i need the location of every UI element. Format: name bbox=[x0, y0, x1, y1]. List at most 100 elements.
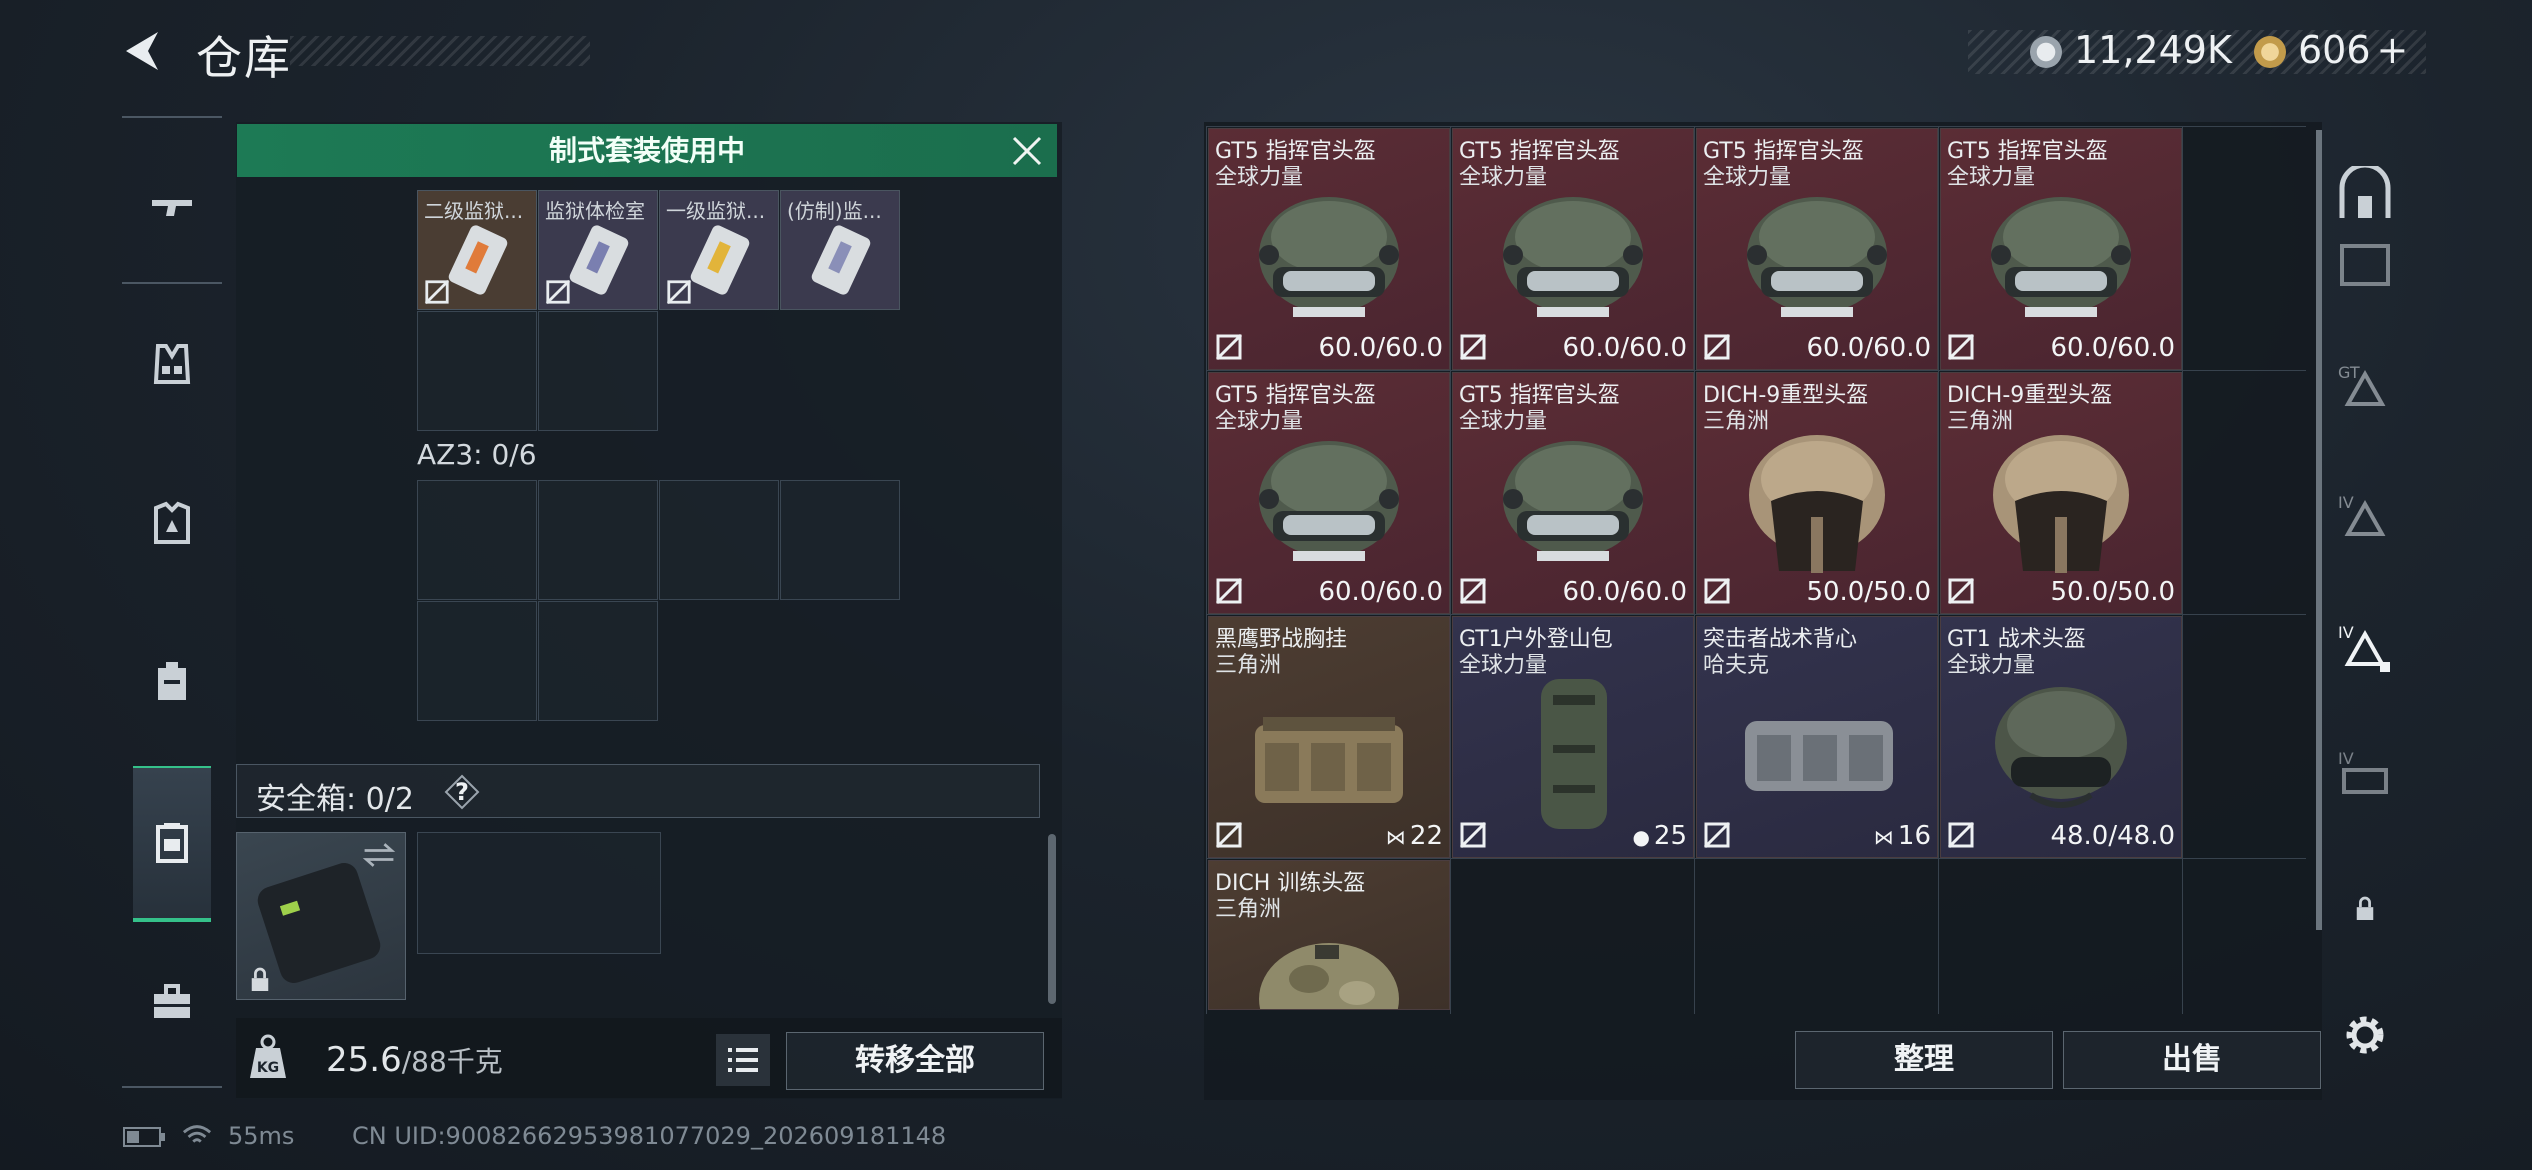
inventory-item-helmet-gt1[interactable]: GT1 战术头盔 全球力量 48.0/48.0 bbox=[1940, 616, 2182, 858]
item-image bbox=[1747, 197, 1887, 317]
item-card-key[interactable]: (仿制)监... bbox=[780, 190, 900, 310]
gold-coin-icon bbox=[2254, 36, 2286, 68]
backpack-icon bbox=[158, 662, 186, 700]
no-trade-icon bbox=[424, 279, 450, 305]
nav-divider bbox=[122, 116, 222, 118]
back-icon[interactable] bbox=[118, 26, 168, 76]
no-trade-icon bbox=[1703, 333, 1731, 361]
sell-button[interactable]: 出售 bbox=[2063, 1031, 2321, 1089]
empty-slot[interactable] bbox=[538, 311, 658, 431]
rifle-icon bbox=[152, 200, 192, 216]
item-durability: 60.0/60.0 bbox=[1562, 577, 1687, 607]
item-image bbox=[1259, 441, 1399, 561]
empty-slot[interactable] bbox=[417, 480, 537, 600]
item-image bbox=[1259, 197, 1399, 317]
item-image bbox=[1503, 441, 1643, 561]
toolbox-icon bbox=[154, 984, 190, 1018]
inventory-item-helmet-dich9[interactable]: DICH-9重型头盔 三角洲 50.0/50.0 bbox=[1940, 372, 2182, 614]
empty-slot[interactable] bbox=[417, 601, 537, 721]
storage-tab-icon[interactable]: IV bbox=[2336, 746, 2394, 804]
empty-slot[interactable] bbox=[780, 480, 900, 600]
inventory-item-helmet-dich9[interactable]: DICH-9重型头盔 三角洲 50.0/50.0 bbox=[1696, 372, 1938, 614]
nav-weapons[interactable] bbox=[133, 156, 211, 256]
no-trade-icon bbox=[1459, 821, 1487, 849]
loadout-scrollbar[interactable] bbox=[1048, 834, 1056, 1004]
item-brand: 三角洲 bbox=[1703, 409, 1770, 434]
preset-banner-text: 制式套装使用中 bbox=[548, 134, 745, 167]
storage-tab-icon[interactable]: IV bbox=[2336, 620, 2394, 678]
inventory-item-backpack[interactable]: GT1户外登山包 全球力量 ● 25 bbox=[1452, 616, 1694, 858]
item-durability: ⋈ 22 bbox=[1386, 821, 1443, 851]
inventory-item-tactical-vest[interactable]: 突击者战术背心 哈夫克 ⋈ 16 bbox=[1696, 616, 1938, 858]
storage-tab-icon[interactable]: IV bbox=[2336, 490, 2394, 548]
item-brand: 三角洲 bbox=[1947, 409, 2014, 434]
transfer-all-button[interactable]: 转移全部 bbox=[786, 1032, 1044, 1090]
lock-icon bbox=[251, 967, 269, 991]
lock-icon bbox=[2356, 896, 2374, 920]
empty-slot[interactable] bbox=[538, 480, 658, 600]
item-durability-value: 22 bbox=[1409, 821, 1443, 851]
help-icon[interactable]: ? bbox=[444, 774, 480, 810]
item-image bbox=[1503, 197, 1643, 317]
warehouse-home-icon[interactable] bbox=[2336, 166, 2394, 224]
inventory-item-helmet-gt5[interactable]: GT5 指挥官头盔 全球力量 60.0/60.0 bbox=[1452, 128, 1694, 370]
nav-container[interactable] bbox=[133, 766, 211, 922]
item-card-key[interactable]: 二级监狱... bbox=[417, 190, 537, 310]
no-trade-icon bbox=[1703, 821, 1731, 849]
inventory-item-helmet-gt5[interactable]: GT5 指挥官头盔 全球力量 60.0/60.0 bbox=[1208, 372, 1450, 614]
item-image bbox=[1749, 435, 1885, 573]
item-brand: 三角洲 bbox=[1215, 897, 1282, 922]
item-brand: 全球力量 bbox=[1703, 165, 1792, 190]
list-icon[interactable] bbox=[716, 1034, 770, 1086]
safe-box-slot[interactable] bbox=[236, 832, 406, 1000]
no-trade-icon bbox=[1947, 821, 1975, 849]
swap-icon[interactable] bbox=[361, 841, 397, 869]
inventory-scrollbar[interactable] bbox=[2316, 130, 2322, 930]
inventory-item-helmet-gt5[interactable]: GT5 指挥官头盔 全球力量 60.0/60.0 bbox=[1452, 372, 1694, 614]
gold-currency-value: 606 + bbox=[2298, 28, 2408, 72]
storage-tab-icon[interactable] bbox=[2336, 236, 2394, 294]
safe-box-empty-slot[interactable] bbox=[417, 832, 661, 954]
nav-backpack[interactable] bbox=[133, 630, 211, 730]
nav-chest-rig[interactable] bbox=[133, 314, 211, 414]
item-brand: 全球力量 bbox=[1215, 165, 1304, 190]
backpack-capacity-icon: ● bbox=[1632, 825, 1650, 849]
vest-capacity-icon: ⋈ bbox=[1873, 825, 1894, 849]
empty-slot[interactable] bbox=[538, 601, 658, 721]
inventory-item-helmet-gt5[interactable]: GT5 指挥官头盔 全球力量 60.0/60.0 bbox=[1696, 128, 1938, 370]
item-card-key[interactable]: 监狱体检室 bbox=[538, 190, 658, 310]
vest-icon bbox=[153, 344, 191, 384]
inventory-item-helmet-dich[interactable]: DICH 训练头盔 三角洲 bbox=[1208, 860, 1450, 1010]
item-image bbox=[1255, 717, 1403, 803]
svg-text:IV: IV bbox=[2338, 623, 2354, 642]
item-image bbox=[1995, 687, 2127, 808]
no-trade-icon bbox=[545, 279, 571, 305]
inventory-item-chest-rig[interactable]: 黑鹰野战胸挂 三角洲 ⋈ 22 bbox=[1208, 616, 1450, 858]
inventory-item-helmet-gt5[interactable]: GT5 指挥官头盔 全球力量 60.0/60.0 bbox=[1208, 128, 1450, 370]
item-durability: 60.0/60.0 bbox=[1562, 333, 1687, 363]
armor-icon bbox=[154, 501, 190, 544]
page-title: 仓库 bbox=[196, 31, 292, 85]
silver-coin-icon bbox=[2030, 36, 2062, 68]
empty-slot[interactable] bbox=[417, 311, 537, 431]
nav-toolbox[interactable] bbox=[133, 952, 211, 1052]
keycard-image bbox=[811, 225, 871, 295]
wifi-icon bbox=[182, 1125, 212, 1143]
item-durability-value: 48.0/48.0 bbox=[2050, 821, 2175, 851]
sort-button[interactable]: 整理 bbox=[1795, 1031, 2053, 1089]
help-icon-text: ? bbox=[455, 778, 469, 806]
nav-divider bbox=[122, 282, 222, 284]
empty-slot[interactable] bbox=[659, 480, 779, 600]
add-currency-button[interactable]: + bbox=[2377, 28, 2409, 72]
storage-tab-icon[interactable]: GT bbox=[2336, 360, 2394, 418]
gear-icon[interactable] bbox=[2340, 1010, 2390, 1060]
inventory-item-helmet-gt5[interactable]: GT5 指挥官头盔 全球力量 60.0/60.0 bbox=[1940, 128, 2182, 370]
ping-readout: 55ms bbox=[228, 1122, 295, 1150]
item-durability: 60.0/60.0 bbox=[1318, 577, 1443, 607]
item-card-key[interactable]: 一级监狱... bbox=[659, 190, 779, 310]
item-image bbox=[1993, 435, 2129, 573]
item-durability-value: 50.0/50.0 bbox=[2050, 577, 2175, 607]
nav-armor[interactable] bbox=[133, 474, 211, 574]
item-durability-value: 25 bbox=[1653, 821, 1687, 851]
close-icon[interactable] bbox=[1010, 134, 1044, 168]
